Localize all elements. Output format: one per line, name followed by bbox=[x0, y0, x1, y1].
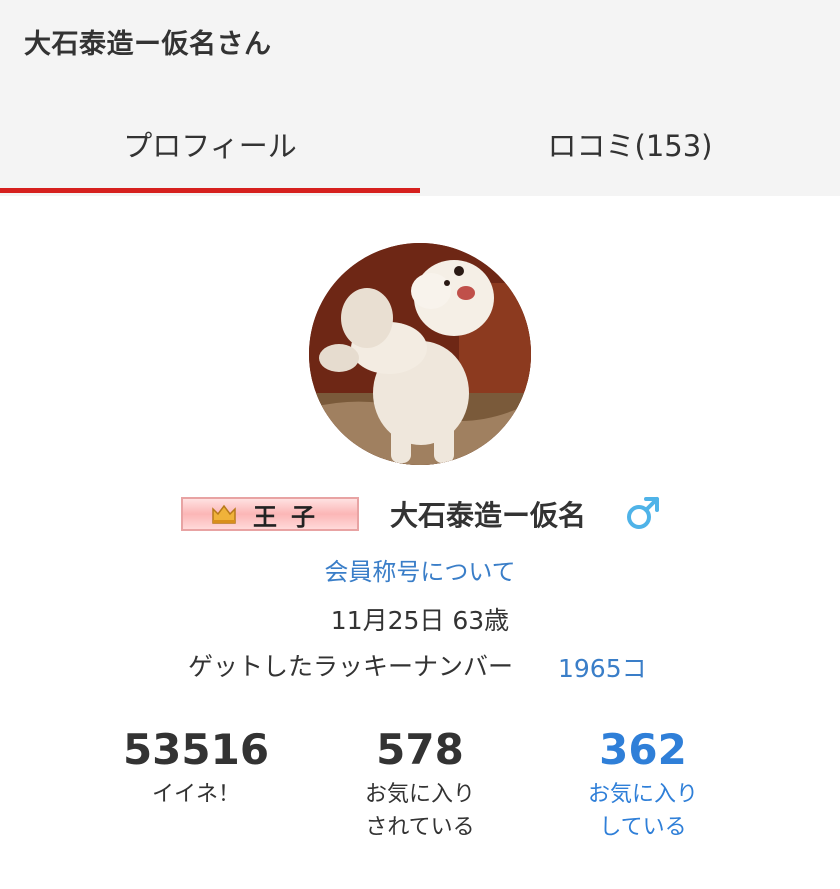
favorited-by-label-line2: されている bbox=[365, 815, 475, 840]
favorited-by-label-line1: お気に入り bbox=[364, 782, 475, 807]
rank-info-link[interactable]: 会員称号について bbox=[0, 552, 840, 587]
rank-badge: 王子 bbox=[181, 497, 359, 531]
avatar bbox=[309, 243, 531, 465]
favoriting-label-line2[interactable]: している bbox=[543, 811, 743, 844]
tab-profile[interactable]: プロフィール bbox=[0, 96, 420, 192]
male-icon bbox=[627, 497, 659, 529]
favoriting-count[interactable]: 362 bbox=[543, 722, 743, 778]
stat-favoriting[interactable]: 362 お気に入り している bbox=[543, 722, 743, 844]
user-name: 大石泰造ー仮名 bbox=[390, 499, 587, 532]
tab-reviews[interactable]: ロコミ(153) bbox=[420, 96, 840, 192]
dog-photo-avatar bbox=[309, 243, 531, 465]
likes-count: 53516 bbox=[122, 725, 270, 774]
lucky-number-value[interactable]: 1965コ bbox=[558, 649, 647, 685]
likes-label: イイネ！ bbox=[151, 782, 240, 807]
profile-name-row: 王子 大石泰造ー仮名 bbox=[0, 492, 840, 536]
page-title: 大石泰造ー仮名さん bbox=[24, 29, 272, 60]
favoriting-label-line1[interactable]: お気に入り bbox=[543, 778, 743, 811]
lucky-number-label: ゲットしたラッキーナンバー bbox=[188, 652, 514, 681]
active-tab-indicator bbox=[0, 188, 420, 193]
crown-icon bbox=[212, 504, 236, 524]
rank-badge-label: 王子 bbox=[253, 501, 329, 531]
tab-bar: プロフィール ロコミ(153) bbox=[0, 96, 840, 196]
favorited-by-count: 578 bbox=[376, 725, 464, 774]
stat-favorited-by: 578 お気に入り されている bbox=[320, 722, 520, 844]
header-bar: 大石泰造ー仮名さん プロフィール ロコミ(153) bbox=[0, 0, 840, 196]
birth-age: 11月25日 63歳 bbox=[330, 606, 510, 635]
stat-likes: 53516 イイネ！ bbox=[96, 722, 296, 811]
